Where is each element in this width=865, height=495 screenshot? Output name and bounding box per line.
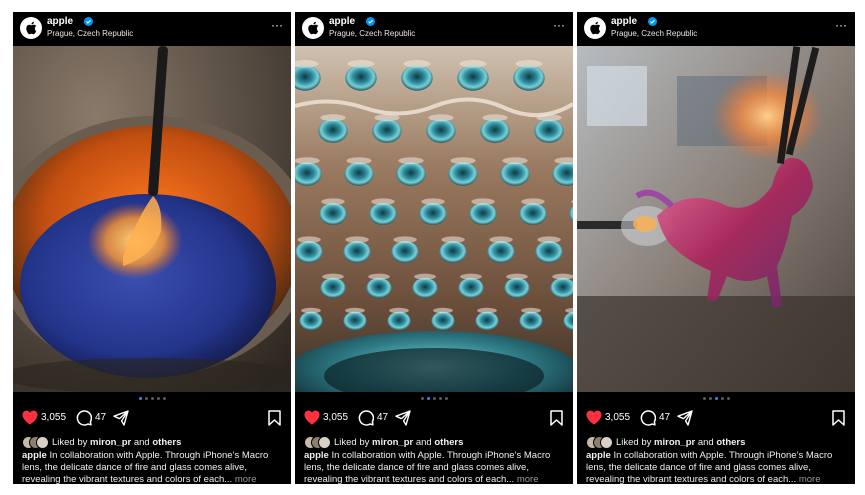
comment-icon[interactable]	[76, 410, 92, 426]
carousel-dot	[150, 397, 154, 400]
post-card-3: apple Prague, Czech Republic ··· 3,055 4…	[577, 12, 855, 484]
apple-logo-icon	[590, 21, 601, 35]
location-label[interactable]: Prague, Czech Republic	[47, 29, 133, 38]
liker-avatars	[22, 436, 49, 449]
liker-avatar	[318, 436, 331, 449]
carousel-dot	[138, 397, 142, 400]
liked-user[interactable]: miron_pr	[654, 437, 695, 448]
like-count[interactable]: 3,055	[323, 412, 348, 423]
apple-logo-icon	[26, 21, 37, 35]
caption-more-link[interactable]: more	[799, 474, 821, 484]
post-header: apple Prague, Czech Republic ···	[295, 12, 573, 46]
comment-count[interactable]: 47	[377, 412, 388, 423]
carousel-dot	[714, 397, 718, 400]
share-icon[interactable]	[113, 410, 129, 426]
liked-others[interactable]: others	[434, 437, 463, 448]
liked-by-row[interactable]: Liked by miron_pr and others	[22, 436, 287, 449]
liked-user[interactable]: miron_pr	[372, 437, 413, 448]
carousel-dot	[420, 397, 424, 400]
carousel-dot	[726, 397, 730, 400]
caption-text: In collaboration with Apple. Through iPh…	[22, 450, 269, 484]
liker-avatars	[304, 436, 331, 449]
post-caption: apple In collaboration with Apple. Throu…	[586, 450, 848, 484]
location-label[interactable]: Prague, Czech Republic	[329, 29, 415, 38]
liked-by-row[interactable]: Liked by miron_pr and others	[304, 436, 569, 449]
caption-text: In collaboration with Apple. Through iPh…	[586, 450, 833, 484]
profile-avatar[interactable]	[20, 17, 42, 39]
post-card-1: apple Prague, Czech Republic ··· 3,055 4…	[13, 12, 291, 484]
share-icon[interactable]	[677, 410, 693, 426]
carousel-dot	[444, 397, 448, 400]
username[interactable]: apple	[329, 16, 355, 27]
post-header: apple Prague, Czech Republic ···	[577, 12, 855, 46]
post-photo[interactable]	[13, 46, 291, 392]
more-options-icon[interactable]: ···	[271, 18, 283, 32]
comment-count[interactable]: 47	[95, 412, 106, 423]
post-photo[interactable]	[295, 46, 573, 392]
bookmark-icon[interactable]	[550, 410, 563, 426]
carousel-dot	[144, 397, 148, 400]
liker-avatar	[36, 436, 49, 449]
carousel-dot	[426, 397, 430, 400]
verified-badge-icon	[648, 17, 657, 26]
like-count[interactable]: 3,055	[41, 412, 66, 423]
liked-others[interactable]: others	[152, 437, 181, 448]
molten-glass-photo	[13, 46, 291, 392]
carousel-dot	[702, 397, 706, 400]
carousel-dot	[438, 397, 442, 400]
carousel-indicator	[13, 397, 291, 403]
liked-by-text: Liked by miron_pr and others	[616, 437, 746, 448]
post-card-2: apple Prague, Czech Republic ··· 3,055 4…	[295, 12, 573, 484]
carousel-dot	[708, 397, 712, 400]
post-caption: apple In collaboration with Apple. Throu…	[22, 450, 284, 484]
heart-icon[interactable]	[304, 410, 320, 425]
post-caption: apple In collaboration with Apple. Throu…	[304, 450, 566, 484]
heart-icon[interactable]	[22, 410, 38, 425]
profile-avatar[interactable]	[302, 17, 324, 39]
liked-by-row[interactable]: Liked by miron_pr and others	[586, 436, 851, 449]
post-header: apple Prague, Czech Republic ···	[13, 12, 291, 46]
glass-horse-photo	[577, 46, 855, 392]
bookmark-icon[interactable]	[832, 410, 845, 426]
bookmark-icon[interactable]	[268, 410, 281, 426]
action-bar: 3,055 47	[577, 408, 855, 428]
liker-avatar	[600, 436, 613, 449]
like-count[interactable]: 3,055	[605, 412, 630, 423]
username[interactable]: apple	[47, 16, 73, 27]
caption-username[interactable]: apple	[22, 450, 47, 461]
carousel-indicator	[295, 397, 573, 403]
verified-badge-icon	[366, 17, 375, 26]
post-photo[interactable]	[577, 46, 855, 392]
comment-count[interactable]: 47	[659, 412, 670, 423]
caption-text: In collaboration with Apple. Through iPh…	[304, 450, 551, 484]
comment-icon[interactable]	[358, 410, 374, 426]
carousel-indicator	[577, 397, 855, 403]
caption-more-link[interactable]: more	[235, 474, 257, 484]
caption-username[interactable]: apple	[304, 450, 329, 461]
action-bar: 3,055 47	[13, 408, 291, 428]
glass-bubbles-photo	[295, 46, 573, 392]
more-options-icon[interactable]: ···	[553, 18, 565, 32]
carousel-dot	[162, 397, 166, 400]
share-icon[interactable]	[395, 410, 411, 426]
comment-icon[interactable]	[640, 410, 656, 426]
verified-badge-icon	[84, 17, 93, 26]
carousel-dot	[156, 397, 160, 400]
more-options-icon[interactable]: ···	[835, 18, 847, 32]
caption-more-link[interactable]: more	[517, 474, 539, 484]
liked-others[interactable]: others	[716, 437, 745, 448]
caption-username[interactable]: apple	[586, 450, 611, 461]
action-bar: 3,055 47	[295, 408, 573, 428]
heart-icon[interactable]	[586, 410, 602, 425]
username[interactable]: apple	[611, 16, 637, 27]
liked-by-text: Liked by miron_pr and others	[52, 437, 182, 448]
carousel-dot	[720, 397, 724, 400]
carousel-dot	[432, 397, 436, 400]
liked-by-text: Liked by miron_pr and others	[334, 437, 464, 448]
liked-user[interactable]: miron_pr	[90, 437, 131, 448]
apple-logo-icon	[308, 21, 319, 35]
location-label[interactable]: Prague, Czech Republic	[611, 29, 697, 38]
liker-avatars	[586, 436, 613, 449]
profile-avatar[interactable]	[584, 17, 606, 39]
